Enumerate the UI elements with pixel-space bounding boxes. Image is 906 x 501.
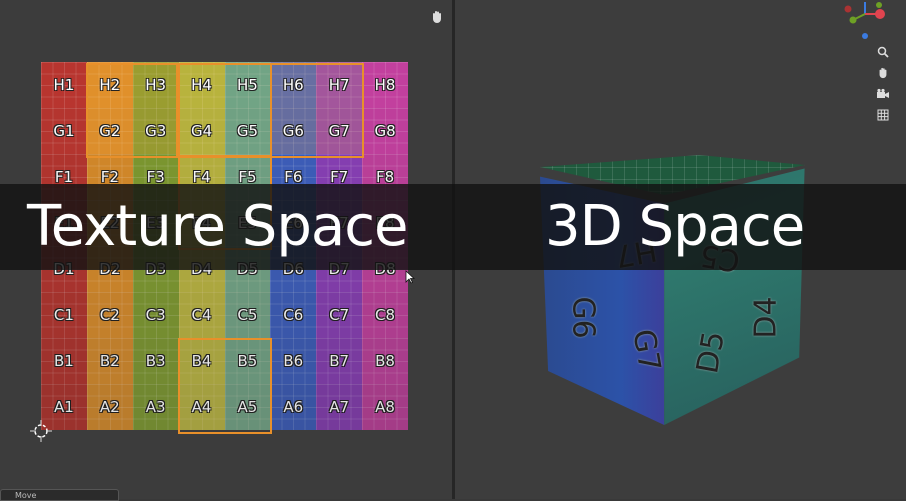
- operator-status: Move: [0, 489, 119, 501]
- uv-grid-cell: A6: [270, 384, 317, 430]
- uv-grid-cell: C2: [86, 292, 133, 338]
- uv-grid-cell: B8: [362, 338, 408, 384]
- uv-grid-cell: G3: [132, 108, 179, 154]
- uv-grid-cell: H4: [178, 62, 225, 108]
- uv-grid-cell: C6: [270, 292, 317, 338]
- uv-grid-cell: G1: [41, 108, 87, 154]
- cube-label: D4: [748, 296, 784, 339]
- uv-grid-cell: B6: [270, 338, 317, 384]
- uv-grid-cell: G8: [362, 108, 408, 154]
- uv-grid-cell: H8: [362, 62, 408, 108]
- uv-grid-cell: H7: [316, 62, 363, 108]
- uv-grid-cell: B7: [316, 338, 363, 384]
- cube-label: G7: [625, 326, 668, 375]
- mouse-pointer-icon: [405, 270, 415, 284]
- grid-icon[interactable]: [873, 105, 893, 125]
- cube-label: D5: [690, 328, 732, 377]
- uv-grid-cell: B4: [178, 338, 225, 384]
- uv-grid-cell: A3: [132, 384, 179, 430]
- uv-grid-cell: A4: [178, 384, 225, 430]
- uv-grid-cell: C5: [224, 292, 271, 338]
- cube-label: G6: [565, 296, 601, 339]
- uv-grid-cell: G4: [178, 108, 225, 154]
- uv-grid-cell: G2: [86, 108, 133, 154]
- uv-grid-cell: A8: [362, 384, 408, 430]
- hand-icon[interactable]: [873, 63, 893, 83]
- uv-grid-cell: B1: [41, 338, 87, 384]
- uv-grid-cell: G7: [316, 108, 363, 154]
- uv-grid-cell: B5: [224, 338, 271, 384]
- navigation-gizmo[interactable]: [843, 0, 893, 40]
- title-banner: Texture Space 3D Space: [0, 184, 906, 270]
- uv-grid-cell: H1: [41, 62, 87, 108]
- uv-grid-cell: G6: [270, 108, 317, 154]
- hand-icon[interactable]: [427, 7, 447, 27]
- texture-space-title: Texture Space: [27, 194, 408, 259]
- uv-grid-cell: H6: [270, 62, 317, 108]
- uv-grid-cell: C3: [132, 292, 179, 338]
- uv-grid-cell: H3: [132, 62, 179, 108]
- uv-grid-cell: H5: [224, 62, 271, 108]
- uv-grid-cell: A5: [224, 384, 271, 430]
- cursor-2d-icon[interactable]: [28, 418, 54, 444]
- uv-grid-cell: H2: [86, 62, 133, 108]
- uv-grid-cell: A2: [86, 384, 133, 430]
- 3d-space-title: 3D Space: [545, 194, 805, 259]
- uv-grid-cell: C1: [41, 292, 87, 338]
- uv-grid-cell: C4: [178, 292, 225, 338]
- uv-grid-cell: C8: [362, 292, 408, 338]
- uv-grid-cell: A7: [316, 384, 363, 430]
- uv-grid-cell: B3: [132, 338, 179, 384]
- uv-grid-cell: B2: [86, 338, 133, 384]
- camera-icon[interactable]: [873, 84, 893, 104]
- uv-grid-cell: C7: [316, 292, 363, 338]
- uv-grid-cell: G5: [224, 108, 271, 154]
- zoom-icon[interactable]: [873, 42, 893, 62]
